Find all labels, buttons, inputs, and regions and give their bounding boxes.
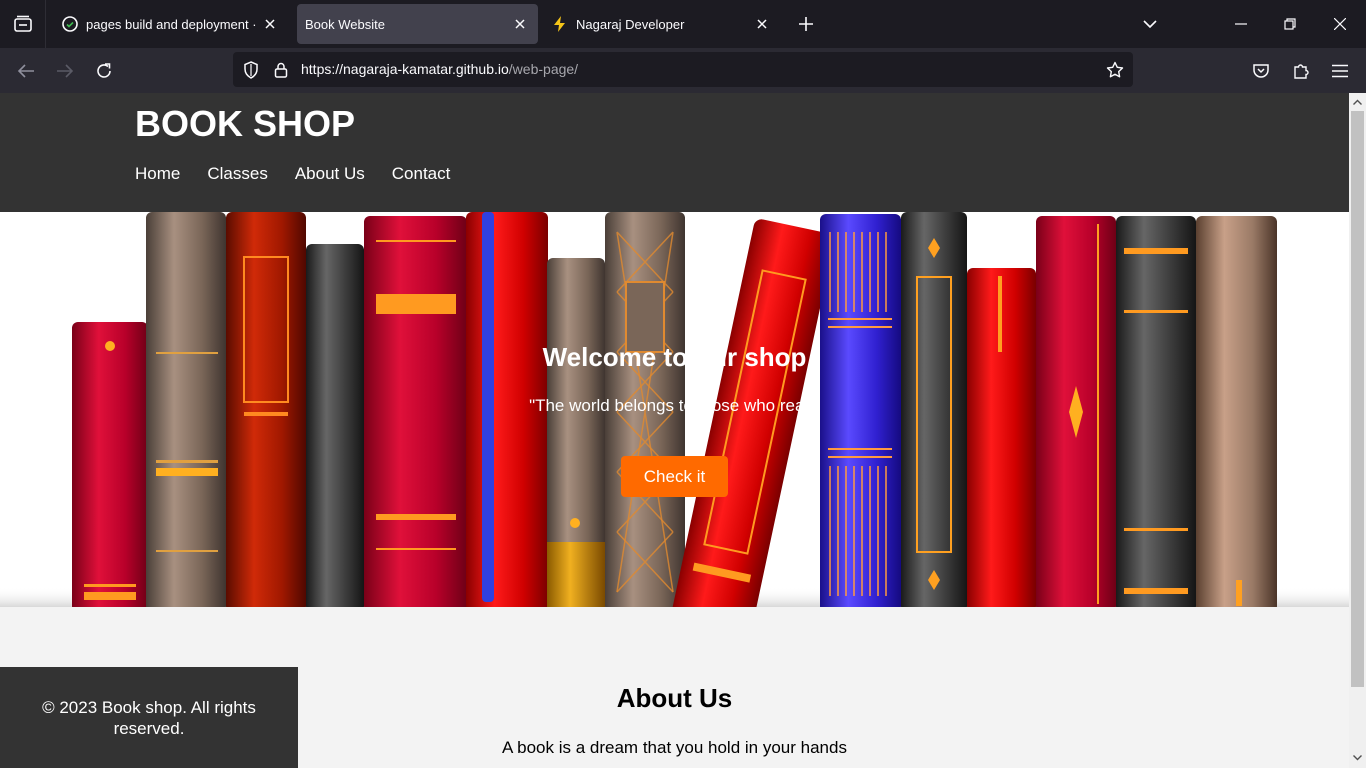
minimize-button[interactable]: [1218, 0, 1264, 48]
tabs-overview-icon: [13, 15, 32, 32]
scroll-thumb[interactable]: [1351, 111, 1364, 687]
list-all-tabs-button[interactable]: [1127, 0, 1173, 48]
tab-github-actions[interactable]: pages build and deployment · Nagaraja-Ka…: [50, 4, 288, 44]
tab-strip: pages build and deployment · Nagaraja-Ka…: [0, 0, 1366, 48]
chevron-down-icon: [1143, 20, 1157, 28]
plus-icon: [799, 17, 813, 31]
site-nav: Home Classes About Us Contact: [135, 164, 477, 184]
extensions-button[interactable]: [1286, 56, 1316, 86]
close-tab-icon[interactable]: [260, 14, 280, 34]
nav-link-about-us[interactable]: About Us: [295, 164, 365, 184]
puzzle-icon: [1294, 64, 1309, 79]
footer-copyright: © 2023 Book shop. All rights reserved.: [42, 698, 256, 738]
address-bar[interactable]: https://nagaraja-kamatar.github.io/web-p…: [233, 52, 1133, 87]
github-icon: [62, 16, 78, 32]
back-button[interactable]: [11, 56, 41, 86]
check-it-button[interactable]: Check it: [621, 456, 728, 497]
pocket-icon: [1253, 64, 1269, 78]
reload-button[interactable]: [89, 56, 119, 86]
chevron-up-icon: [1353, 99, 1362, 105]
minimize-icon: [1235, 23, 1247, 25]
hero-section: Welcome to our shop "The world belongs t…: [0, 212, 1349, 607]
lightning-icon: [552, 16, 568, 32]
close-tab-icon[interactable]: [510, 14, 530, 34]
page-scrollbar[interactable]: [1349, 93, 1366, 768]
forward-button[interactable]: [50, 56, 80, 86]
tab-title: pages build and deployment · Nagaraja-Ka…: [86, 16, 260, 32]
tab-nagaraj-developer[interactable]: Nagaraj Developer: [540, 4, 780, 44]
nav-link-contact[interactable]: Contact: [392, 164, 451, 184]
new-tab-button[interactable]: [794, 12, 818, 36]
reload-icon: [97, 63, 111, 78]
tab-list-button[interactable]: [0, 0, 46, 48]
pocket-button[interactable]: [1246, 56, 1276, 86]
hero-quote: "The world belongs to those who read": [529, 396, 820, 415]
shield-icon[interactable]: [241, 60, 261, 80]
restore-icon: [1284, 18, 1296, 30]
tab-title: Nagaraj Developer: [576, 16, 685, 32]
close-icon: [1334, 18, 1346, 30]
url-path: /web-page/: [508, 61, 579, 77]
navigation-toolbar: https://nagaraja-kamatar.github.io/web-p…: [0, 48, 1366, 93]
nav-link-classes[interactable]: Classes: [207, 164, 267, 184]
restore-button[interactable]: [1267, 0, 1313, 48]
site-title: BOOK SHOP: [135, 103, 356, 144]
web-page: BOOK SHOP Home Classes About Us Contact: [0, 93, 1349, 768]
nav-link-home[interactable]: Home: [135, 164, 180, 184]
arrow-left-icon: [17, 64, 34, 78]
hero-title: Welcome to our shop: [542, 342, 807, 372]
site-header: BOOK SHOP Home Classes About Us Contact: [0, 93, 1349, 212]
url-host: https://nagaraja-kamatar.github.io: [301, 61, 509, 77]
scroll-down-arrow[interactable]: [1349, 749, 1366, 766]
lock-icon[interactable]: [271, 60, 291, 80]
arrow-right-icon: [57, 64, 74, 78]
scroll-up-arrow[interactable]: [1349, 93, 1366, 110]
tab-book-website[interactable]: Book Website: [297, 4, 538, 44]
url-text: https://nagaraja-kamatar.github.io/web-p…: [301, 52, 578, 87]
chevron-down-icon: [1353, 754, 1362, 760]
app-menu-button[interactable]: [1325, 56, 1355, 86]
tab-title: Book Website: [305, 16, 385, 32]
bookmark-star-icon[interactable]: [1105, 60, 1125, 80]
close-tab-icon[interactable]: [752, 14, 772, 34]
close-window-button[interactable]: [1317, 0, 1363, 48]
site-footer: © 2023 Book shop. All rights reserved.: [0, 667, 298, 768]
hamburger-menu-icon: [1332, 64, 1348, 78]
